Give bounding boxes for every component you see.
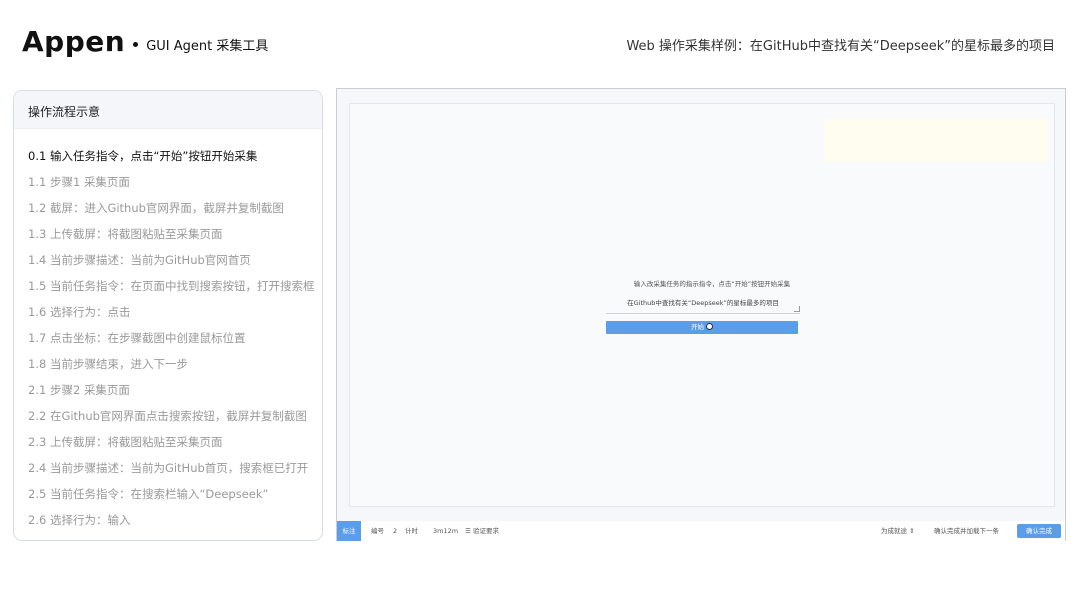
id-value: 2 [393,527,398,535]
appen-logo: Appen [22,25,126,58]
flow-step[interactable]: 1.5 当前任务指令：在页面中找到搜索按钮，打开搜索框 [28,273,322,299]
notice-card [824,118,1048,162]
requirements-link[interactable]: 验证要求 [473,521,499,541]
load-next-button[interactable]: 确认完成并加载下一条 [934,521,999,541]
instruction-text: 输入改采集任务的指示指令，点击“开始”按钮开始采集 [633,280,791,288]
confirm-button[interactable]: 确认完成 [1017,524,1061,538]
flow-step[interactable]: 2.2 在Github官网界面点击搜索按钮，截屏并复制截图 [28,403,322,429]
flow-panel: 操作流程示意 0.1 输入任务指令，点击“开始”按钮开始采集 1.1 步骤1 采… [13,90,323,541]
flow-step[interactable]: 1.2 截屏：进入Github官网界面，截屏并复制截图 [28,195,322,221]
flow-step[interactable]: 1.8 当前步骤结束，进入下一步 [28,351,322,377]
flow-step[interactable]: 1.6 选择行为：点击 [28,299,322,325]
flow-step[interactable]: 2.6 选择行为：输入 [28,507,322,533]
start-button-label: 开始 [691,323,704,331]
brand: Appen GUI Agent 采集工具 [22,26,268,58]
bottom-toolbar: 标注 编号 2 计时 3m12m ☰ 验证要求 为成就途 ⇕ 确认完成并加载下一… [337,521,1065,541]
flow-step[interactable]: 1.1 步骤1 采集页面 [28,169,322,195]
task-input-value: 在Github中查找有关“Deepseek”的星标最多的项目 [627,299,779,307]
flow-step[interactable]: 2.5 当前任务指令：在搜索栏输入“Deepseek” [28,481,322,507]
start-button[interactable]: 开始 [606,321,798,334]
flow-step[interactable]: 1.7 点击坐标：在步骤截图中创建鼠标位置 [28,325,322,351]
flow-step[interactable]: 2.1 步骤2 采集页面 [28,377,322,403]
timer-label: 计时 [405,527,418,535]
flow-step[interactable]: 1.3 上传截屏：将截图粘贴至采集页面 [28,221,322,247]
cursor-icon [706,323,713,330]
flow-step[interactable]: 2.4 当前步骤描述：当前为GitHub首页，搜索框已打开 [28,455,322,481]
info-icon: ☰ [465,527,471,535]
capture-canvas: 输入改采集任务的指示指令，点击“开始”按钮开始采集 在Github中查找有关“D… [349,103,1055,507]
capture-screen: 输入改采集任务的指示指令，点击“开始”按钮开始采集 在Github中查找有关“D… [336,88,1066,541]
id-label: 编号 [371,527,384,535]
flow-step[interactable]: 2.3 上传截屏：将截图粘贴至采集页面 [28,429,322,455]
resize-grip-icon[interactable] [794,306,800,312]
flow-step[interactable]: 0.1 输入任务指令，点击“开始”按钮开始采集 [28,143,322,169]
separator-dot [133,41,139,47]
flow-panel-title: 操作流程示意 [14,91,322,129]
mark-button[interactable]: 标注 [337,521,361,541]
timer-value: 3m12m [433,527,459,535]
flow-step-list: 0.1 输入任务指令，点击“开始”按钮开始采集 1.1 步骤1 采集页面 1.2… [14,129,322,533]
status-select[interactable]: 为成就途 ⇕ [881,521,915,541]
page-title: Web 操作采集样例：在GitHub中查找有关“Deepseek”的星标最多的项… [626,39,1055,54]
task-input[interactable]: 在Github中查找有关“Deepseek”的星标最多的项目 [606,292,800,314]
flow-step[interactable]: 1.4 当前步骤描述：当前为GitHub官网首页 [28,247,322,273]
app-subtitle: GUI Agent 采集工具 [146,38,269,54]
